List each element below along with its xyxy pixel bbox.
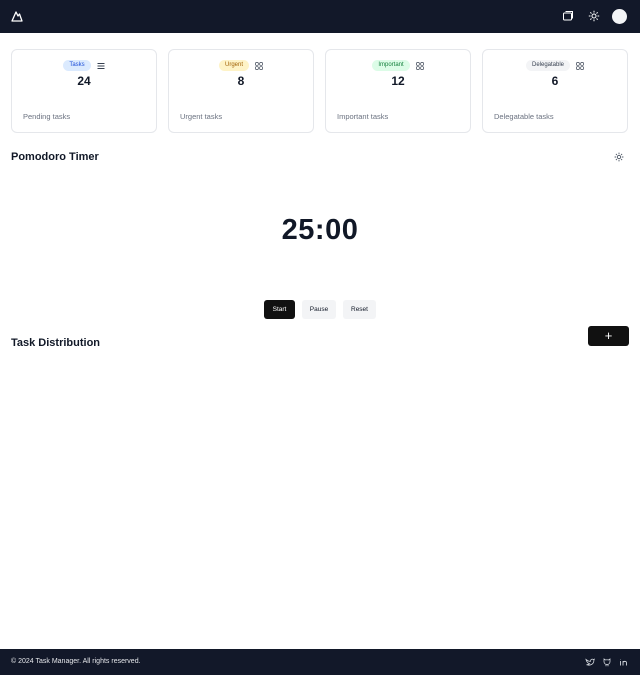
urgent-badge: Urgent bbox=[218, 60, 249, 71]
delegatable-badge: Delegatable bbox=[525, 60, 571, 71]
important-caption: Important tasks bbox=[337, 112, 389, 121]
start-button[interactable]: Start bbox=[264, 300, 295, 319]
urgent-caption: Urgent tasks bbox=[180, 112, 223, 121]
pomodoro-title: Pomodoro Timer bbox=[11, 151, 99, 163]
stat-card-urgent[interactable]: Urgent 8 Urgent tasks bbox=[168, 49, 314, 133]
distribution-title: Task Distribution bbox=[11, 337, 101, 349]
notes-icon[interactable] bbox=[562, 10, 574, 22]
stat-card-tasks[interactable]: Tasks 24 Pending tasks bbox=[11, 49, 157, 133]
add-task-button[interactable]: + bbox=[588, 326, 629, 346]
settings-icon[interactable] bbox=[588, 10, 600, 22]
github-icon[interactable] bbox=[602, 657, 612, 667]
stat-card-important[interactable]: Important 12 Important tasks bbox=[325, 49, 471, 133]
tasks-count: 24 bbox=[77, 74, 91, 88]
tasks-badge: Tasks bbox=[63, 60, 91, 71]
grid-icon bbox=[255, 61, 263, 70]
important-count: 12 bbox=[391, 74, 405, 88]
linkedin-icon[interactable] bbox=[619, 657, 629, 667]
tasks-caption: Pending tasks bbox=[23, 112, 71, 121]
list-icon bbox=[97, 62, 105, 69]
mountain-logo-icon[interactable] bbox=[11, 10, 23, 22]
urgent-count: 8 bbox=[237, 74, 245, 88]
grid-icon bbox=[576, 61, 584, 70]
user-avatar[interactable] bbox=[612, 9, 627, 24]
pause-button[interactable]: Pause bbox=[302, 300, 336, 319]
important-badge: Important bbox=[372, 60, 410, 71]
delegatable-count: 6 bbox=[551, 74, 559, 88]
reset-button[interactable]: Reset bbox=[343, 300, 376, 319]
grid-icon bbox=[415, 61, 424, 70]
top-navbar bbox=[0, 0, 640, 33]
twitter-icon[interactable] bbox=[585, 657, 595, 667]
stat-card-delegatable[interactable]: Delegatable 6 Delegatable tasks bbox=[482, 49, 628, 133]
delegatable-caption: Delegatable tasks bbox=[494, 112, 554, 121]
timer-display: 25:00 bbox=[281, 214, 359, 246]
settings-icon[interactable] bbox=[614, 152, 624, 162]
copyright-text: © 2024 Task Manager. All rights reserved… bbox=[11, 658, 141, 665]
footer: © 2024 Task Manager. All rights reserved… bbox=[0, 649, 640, 675]
